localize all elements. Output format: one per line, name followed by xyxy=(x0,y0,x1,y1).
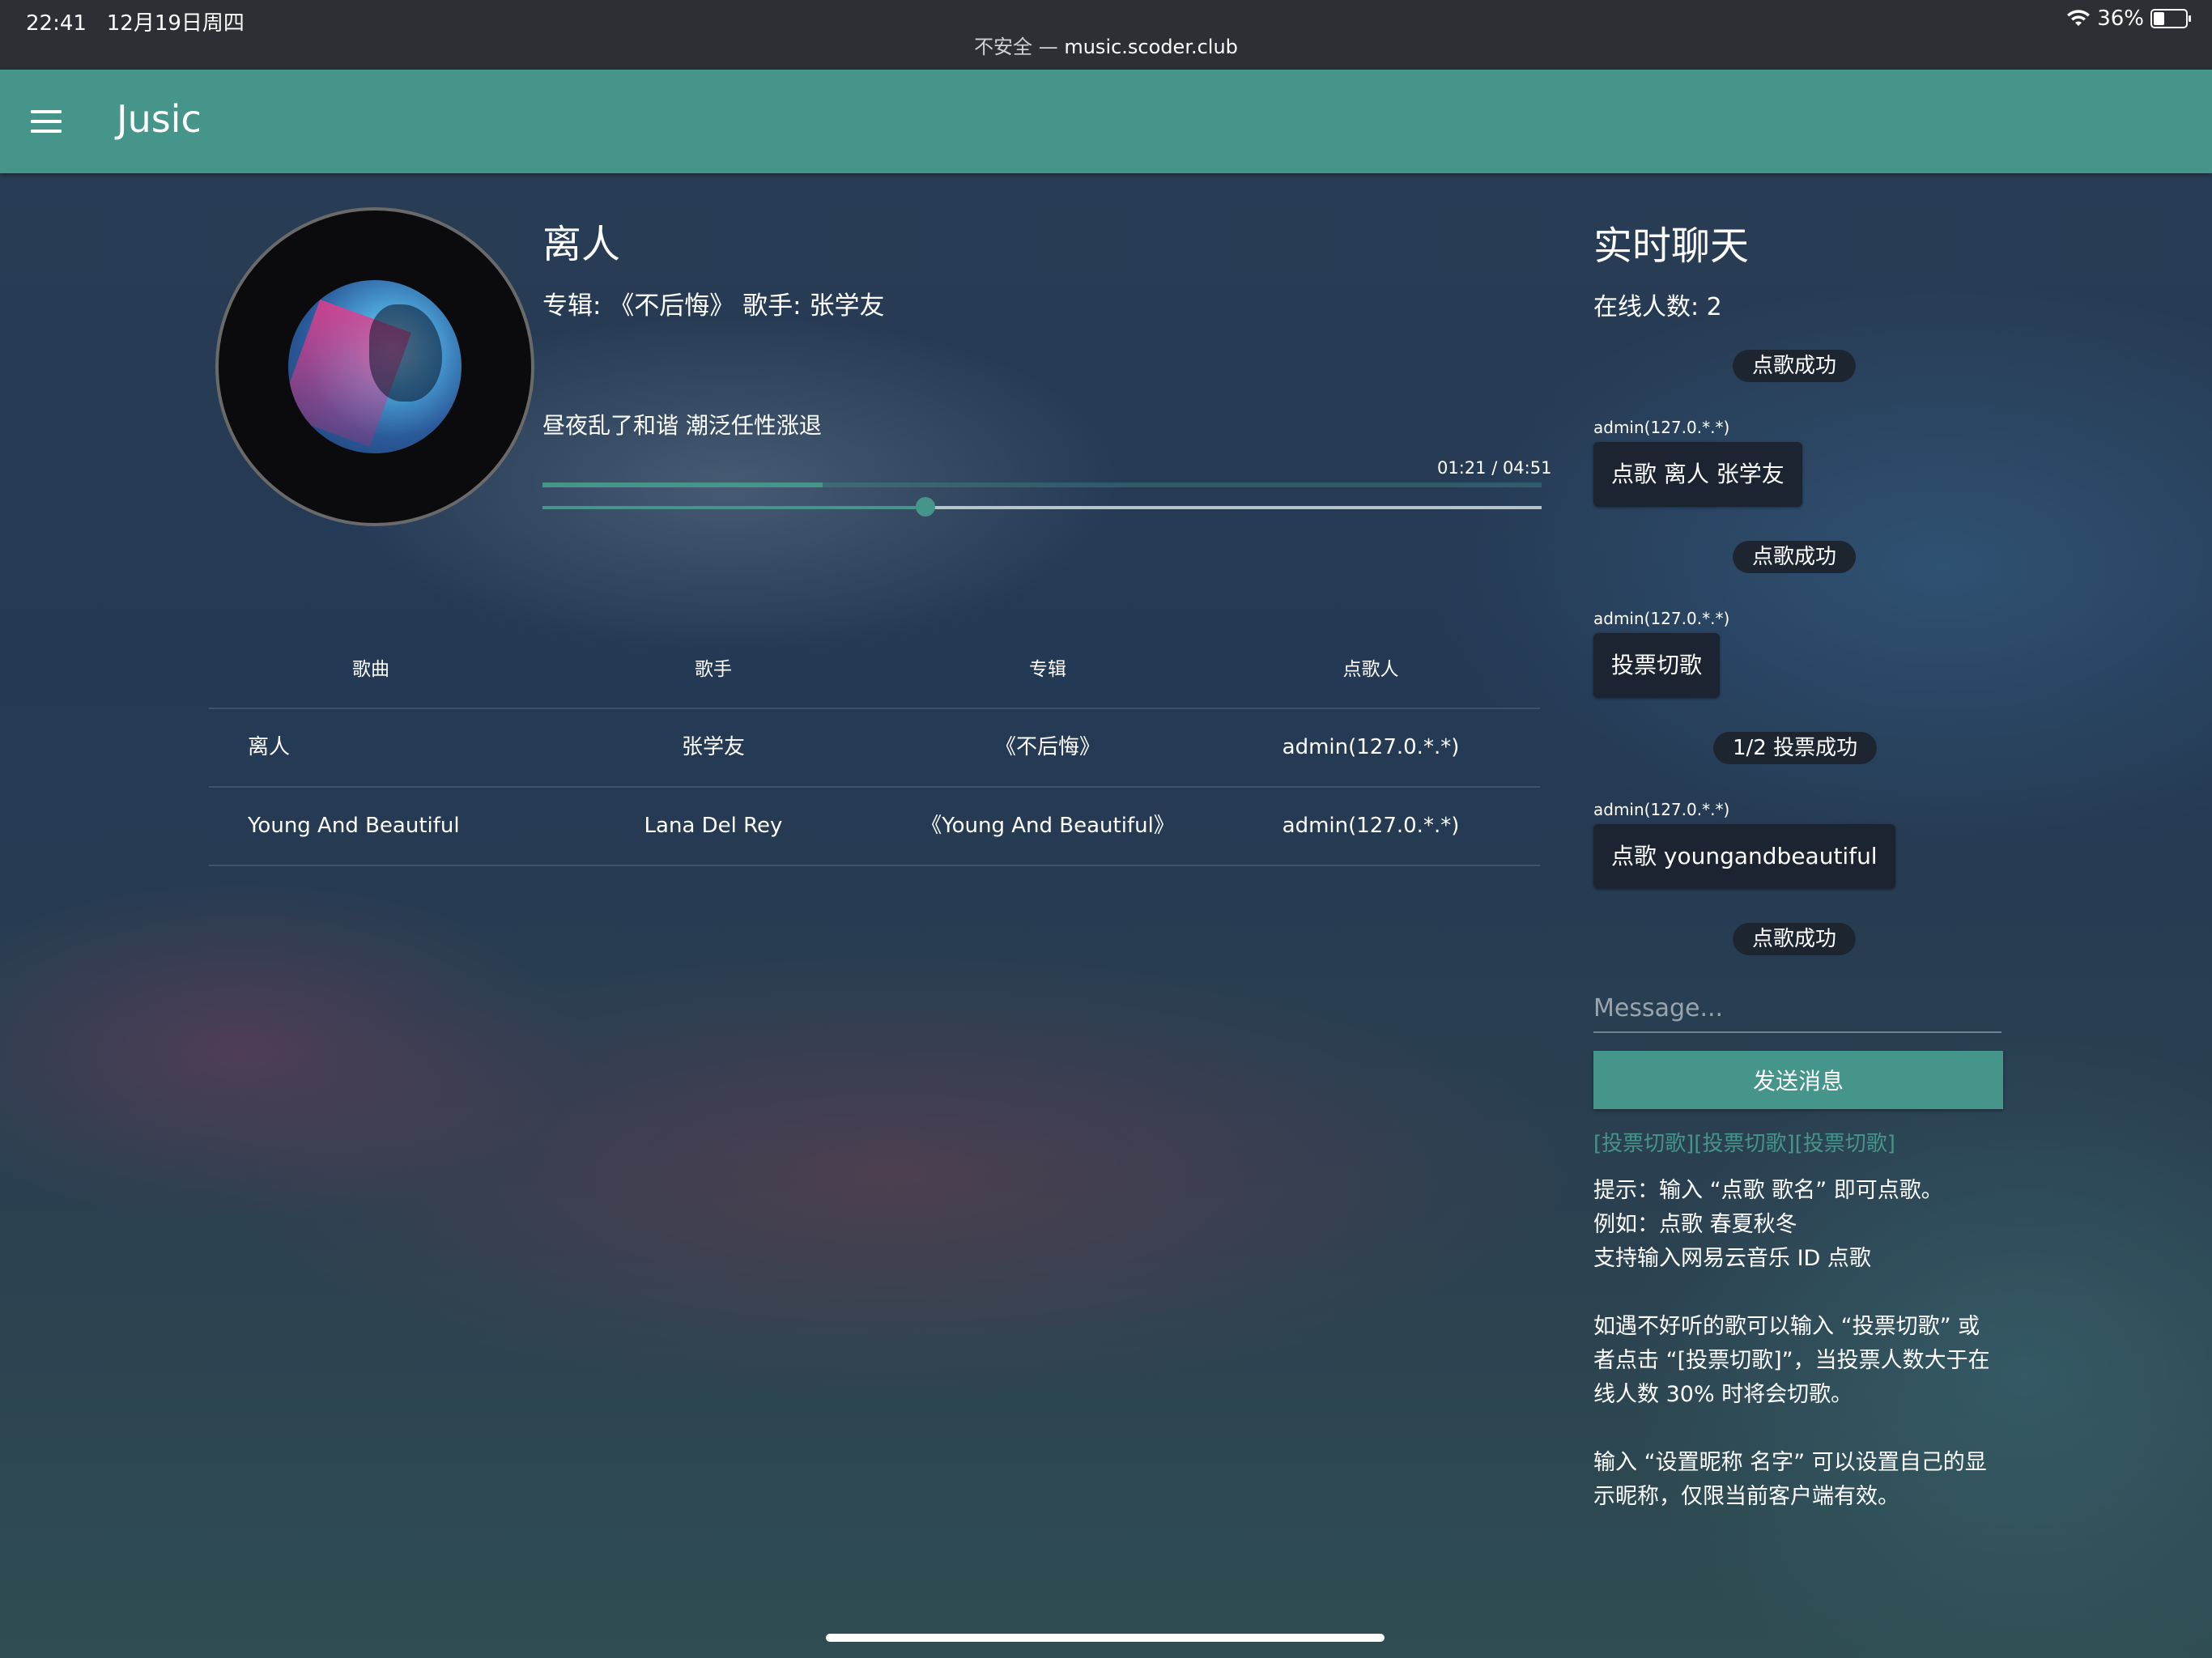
playback-time: 01:21 / 04:51 xyxy=(1437,458,1552,478)
system-message: 点歌成功 xyxy=(1733,923,1857,955)
progress-slider[interactable] xyxy=(542,497,1542,517)
chat-username: admin(127.0.*.*) xyxy=(1593,609,1730,628)
security-label: 不安全 — xyxy=(974,36,1058,58)
song-meta: 专辑: 《不后悔》 歌手: 张学友 xyxy=(542,291,885,321)
battery-percent: 36% xyxy=(2097,6,2144,31)
cell-requester: admin(127.0.*.*) xyxy=(1282,735,1460,759)
app-bar: Jusic xyxy=(0,70,2212,173)
header-artist: 歌手 xyxy=(695,659,732,680)
table-row[interactable]: Young And Beautiful Lana Del Rey 《Young … xyxy=(209,786,1540,866)
message-input[interactable] xyxy=(1593,984,2001,1033)
header-song: 歌曲 xyxy=(352,659,389,680)
cell-artist: Lana Del Rey xyxy=(644,814,783,838)
send-message-button[interactable]: 发送消息 xyxy=(1593,1051,2003,1109)
vote-skip-link[interactable]: [投票切歌] xyxy=(1694,1132,1794,1156)
album-disc xyxy=(215,207,534,526)
album-cover xyxy=(288,280,462,453)
progress-thumb[interactable] xyxy=(915,497,935,517)
chat-bubble: 点歌 youngandbeautiful xyxy=(1593,824,1895,889)
cell-requester: admin(127.0.*.*) xyxy=(1282,814,1460,838)
chat-username: admin(127.0.*.*) xyxy=(1593,418,1730,437)
hint-line: 者点击 “[投票切歌]”，当投票人数大于在 xyxy=(1593,1348,1990,1373)
table-row[interactable]: 离人 张学友 《不后悔》 admin(127.0.*.*) xyxy=(209,708,1540,786)
status-right: 36% xyxy=(2066,6,2191,31)
playlist-table: 歌曲 歌手 专辑 点歌人 离人 张学友 《不后悔》 admin(127.0.*.… xyxy=(209,631,1540,866)
cell-album: 《不后悔》 xyxy=(994,735,1100,759)
hint-line: 示昵称，仅限当前客户端有效。 xyxy=(1593,1484,1899,1509)
chat-bubble: 投票切歌 xyxy=(1593,633,1721,698)
hint-line: 输入 “设置昵称 名字” 可以设置自己的显 xyxy=(1593,1450,1987,1475)
hint-paragraph-3: 输入 “设置昵称 名字” 可以设置自己的显 示昵称，仅限当前客户端有效。 xyxy=(1593,1446,2006,1514)
hint-paragraph-1: 提示：输入 “点歌 歌名” 即可点歌。 例如：点歌 春夏秋冬 支持输入网易云音乐… xyxy=(1593,1174,2006,1276)
lyric-line: 昼夜乱了和谐 潮泛任性涨退 xyxy=(542,412,822,439)
cell-song: Young And Beautiful xyxy=(248,814,460,838)
battery-icon xyxy=(2150,9,2191,28)
hint-line: 支持输入网易云音乐 ID 点歌 xyxy=(1593,1246,1871,1271)
cell-song: 离人 xyxy=(248,735,291,759)
header-requester: 点歌人 xyxy=(1342,659,1399,680)
header-album: 专辑 xyxy=(1029,659,1066,680)
vote-links: [投票切歌][投票切歌][投票切歌] xyxy=(1593,1127,1895,1157)
song-title: 离人 xyxy=(542,222,621,267)
address-bar[interactable]: 不安全 — music.scoder.club xyxy=(0,31,2212,59)
status-bar: 22:41 12月19日周四 不安全 — music.scoder.club 3… xyxy=(0,0,2212,70)
vote-skip-link[interactable]: [投票切歌] xyxy=(1795,1132,1895,1156)
chat-username: admin(127.0.*.*) xyxy=(1593,800,1730,819)
buffer-fill xyxy=(542,483,823,487)
cell-album: 《Young And Beautiful》 xyxy=(921,814,1175,838)
hint-paragraph-2: 如遇不好听的歌可以输入 “投票切歌” 或 者点击 “[投票切歌]”，当投票人数大… xyxy=(1593,1310,2006,1412)
cell-artist: 张学友 xyxy=(681,735,745,759)
online-count: 在线人数: 2 xyxy=(1593,293,1722,321)
progress-fill xyxy=(542,506,925,509)
hint-line: 提示：输入 “点歌 歌名” 即可点歌。 xyxy=(1593,1178,1943,1203)
system-message: 点歌成功 xyxy=(1733,350,1857,382)
chat-title: 实时聊天 xyxy=(1593,223,1750,269)
chat-bubble: 点歌 离人 张学友 xyxy=(1593,442,1802,507)
url-text: music.scoder.club xyxy=(1064,36,1238,58)
buffer-bar xyxy=(542,483,1542,487)
vote-skip-link[interactable]: [投票切歌] xyxy=(1593,1132,1694,1156)
table-header: 歌曲 歌手 专辑 点歌人 xyxy=(209,631,1540,708)
app-title: Jusic xyxy=(117,97,202,141)
system-message: 1/2 投票成功 xyxy=(1713,732,1878,764)
system-message: 点歌成功 xyxy=(1733,541,1857,573)
wifi-icon xyxy=(2067,10,2091,26)
home-indicator[interactable] xyxy=(826,1634,1385,1642)
hint-line: 例如：点歌 春夏秋冬 xyxy=(1593,1212,1797,1237)
hint-line: 如遇不好听的歌可以输入 “投票切歌” 或 xyxy=(1593,1314,1980,1339)
menu-icon[interactable] xyxy=(31,110,62,133)
hint-line: 线人数 30% 时将会切歌。 xyxy=(1593,1382,1853,1407)
